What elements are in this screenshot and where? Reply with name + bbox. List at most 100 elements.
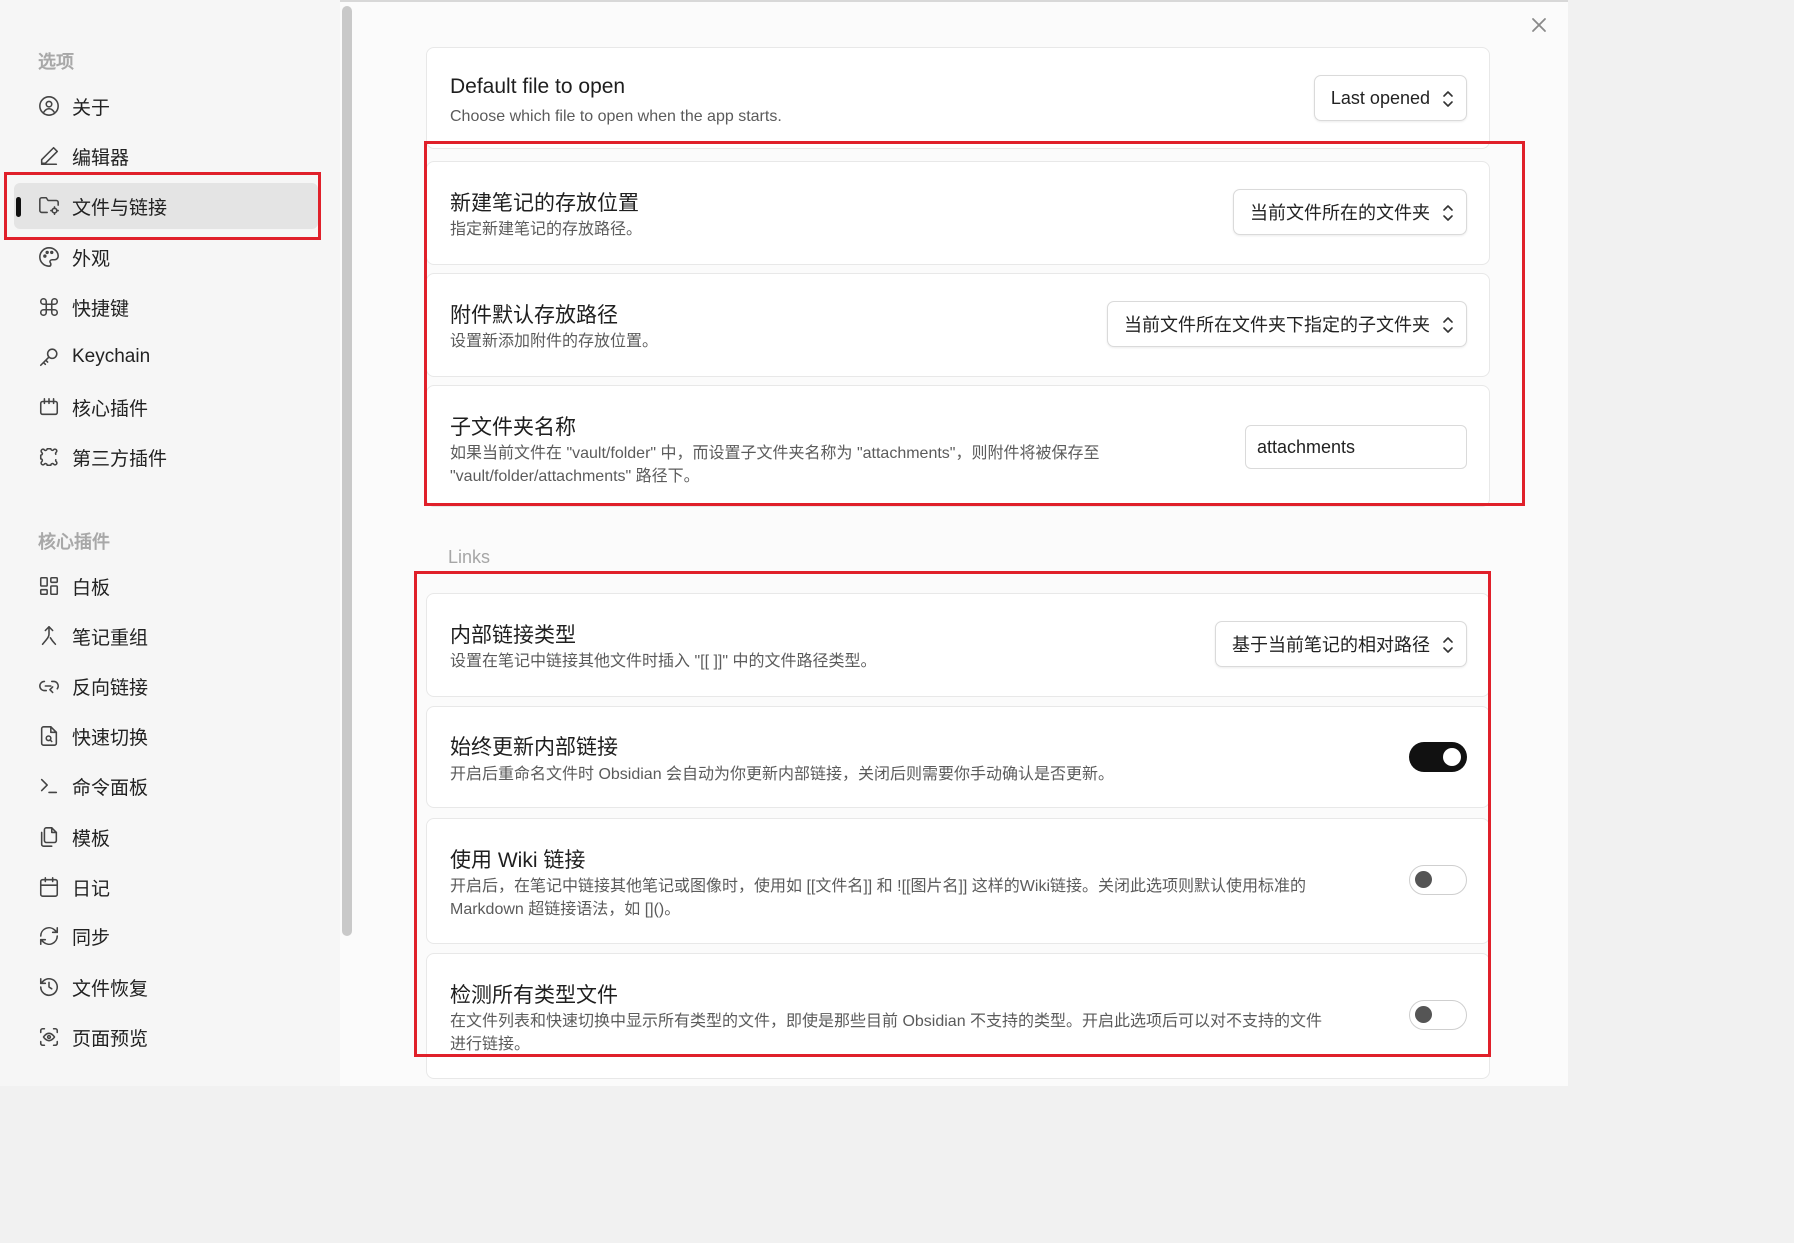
sidebar-item-label: 外观 (72, 248, 111, 270)
select-value: 当前文件所在的文件夹 (1250, 203, 1430, 223)
calendar-icon (37, 875, 61, 899)
sidebar-item-core-plugins[interactable]: 核心插件 (14, 384, 318, 430)
select-value: 基于当前笔记的相对路径 (1232, 635, 1430, 655)
sidebar-item-files-and-links[interactable]: 文件与链接 (14, 183, 318, 229)
setting-description: 设置新添加附件的存放位置。 (450, 333, 659, 350)
attachment-location-select[interactable]: 当前文件所在文件夹下指定的子文件夹 (1107, 301, 1467, 347)
core-plugins-section-heading: 核心插件 (38, 532, 110, 552)
setting-title: 始终更新内部链接 (450, 736, 618, 759)
setting-description-line-2: "vault/folder/attachments" 路径下。 (450, 468, 700, 485)
setting-subfolder-name: 子文件夹名称 如果当前文件在 "vault/folder" 中，而设置子文件夹名… (426, 385, 1490, 507)
sidebar-item-hotkeys[interactable]: 快捷键 (14, 284, 318, 330)
sidebar-item-command-palette[interactable]: 命令面板 (14, 763, 318, 809)
sidebar-item-editor[interactable]: 编辑器 (14, 133, 318, 179)
close-icon (1532, 18, 1546, 32)
sidebar-item-label: 同步 (72, 927, 111, 949)
sidebar-scrollbar[interactable] (342, 6, 352, 936)
default-file-select[interactable]: Last opened (1313, 75, 1467, 121)
sidebar-item-canvas[interactable]: 白板 (14, 563, 318, 609)
setting-description-line-1: 在文件列表和快速切换中显示所有类型的文件，即使是那些目前 Obsidian 不支… (450, 1013, 1323, 1030)
sidebar-item-label: 反向链接 (72, 677, 149, 699)
sidebar-item-file-recovery[interactable]: 文件恢复 (14, 964, 318, 1010)
sidebar-item-community-plugins[interactable]: 第三方插件 (14, 434, 318, 480)
chevron-up-down-icon (1443, 205, 1453, 221)
sidebar-item-templates[interactable]: 模板 (14, 814, 318, 860)
setting-title: 子文件夹名称 (450, 416, 576, 439)
link-format-select[interactable]: 基于当前笔记的相对路径 (1215, 621, 1467, 667)
palette-icon (37, 245, 61, 269)
setting-internal-link-format: 内部链接类型 设置在笔记中链接其他文件时插入 "[[ ]]" 中的文件路径类型。… (426, 593, 1490, 697)
scan-eye-icon (37, 1025, 61, 1049)
setting-attachment-location: 附件默认存放路径 设置新添加附件的存放位置。 当前文件所在文件夹下指定的子文件夹 (426, 273, 1490, 377)
terminal-icon (37, 774, 61, 798)
toggle-knob (1415, 871, 1432, 888)
setting-detect-all-files: 检测所有类型文件 在文件列表和快速切换中显示所有类型的文件，即使是那些目前 Ob… (426, 953, 1490, 1079)
sidebar-item-about[interactable]: 关于 (14, 83, 318, 129)
setting-title: 附件默认存放路径 (450, 304, 618, 327)
settings-content: Default file to open Choose which file t… (360, 0, 1568, 1086)
sidebar-item-label: 核心插件 (72, 398, 149, 420)
sidebar-item-appearance[interactable]: 外观 (14, 234, 318, 280)
merge-arrow-icon (37, 624, 61, 648)
setting-default-file: Default file to open Choose which file t… (426, 47, 1490, 149)
links-section-heading: Links (448, 547, 491, 567)
sidebar-item-label: Keychain (72, 346, 151, 367)
setting-use-wiki-links: 使用 Wiki 链接 开启后，在笔记中链接其他笔记或图像时，使用如 [[文件名]… (426, 818, 1490, 944)
toggle-knob (1443, 748, 1461, 766)
calendar-box-icon (37, 395, 61, 419)
user-circle-icon (37, 94, 61, 118)
setting-title: 新建笔记的存放位置 (450, 192, 639, 215)
setting-new-note-location: 新建笔记的存放位置 指定新建笔记的存放路径。 当前文件所在的文件夹 (426, 161, 1490, 265)
settings-sidebar: 选项 关于 编辑器 文件与链接 外观 快捷键 Keychain 核心插件 第三方… (0, 0, 340, 1086)
setting-title: 使用 Wiki 链接 (450, 849, 586, 872)
toggle-knob (1415, 1006, 1432, 1023)
sidebar-item-backlinks[interactable]: 反向链接 (14, 663, 318, 709)
pencil-icon (37, 144, 61, 168)
command-icon (37, 295, 61, 319)
wiki-links-toggle[interactable] (1409, 865, 1467, 895)
chevron-up-down-icon (1443, 637, 1453, 653)
sidebar-item-daily-notes[interactable]: 日记 (14, 864, 318, 910)
setting-description: Choose which file to open when the app s… (450, 108, 782, 125)
setting-description-line-1: 开启后，在笔记中链接其他笔记或图像时，使用如 [[文件名]] 和 ![[图片名]… (450, 878, 1307, 895)
setting-auto-update-links: 始终更新内部链接 开启后重命名文件时 Obsidian 会自动为你更新内部链接，… (426, 706, 1490, 808)
close-button[interactable] (1528, 14, 1550, 36)
setting-title: Default file to open (450, 75, 626, 98)
detect-all-files-toggle[interactable] (1409, 1000, 1467, 1030)
setting-description-line-1: 如果当前文件在 "vault/folder" 中，而设置子文件夹名称为 "att… (450, 445, 1100, 462)
subfolder-name-input[interactable] (1245, 425, 1467, 469)
folder-cog-icon (37, 194, 61, 218)
active-marker (16, 197, 21, 217)
sidebar-item-label: 文件恢复 (72, 978, 149, 1000)
select-value: 当前文件所在文件夹下指定的子文件夹 (1124, 315, 1430, 335)
sidebar-item-label: 白板 (72, 577, 111, 599)
chevron-up-down-icon (1443, 91, 1453, 107)
setting-description: 开启后重命名文件时 Obsidian 会自动为你更新内部链接，关闭后则需要你手动… (450, 766, 1115, 783)
sidebar-item-label: 笔记重组 (72, 627, 149, 649)
new-note-location-select[interactable]: 当前文件所在的文件夹 (1233, 189, 1467, 235)
sidebar-item-keychain[interactable]: Keychain (14, 334, 318, 380)
sidebar-item-label: 文件与链接 (72, 197, 168, 219)
setting-title: 检测所有类型文件 (450, 984, 618, 1007)
sidebar-item-label: 第三方插件 (72, 448, 168, 470)
sidebar-item-quick-switcher[interactable]: 快速切换 (14, 713, 318, 759)
sidebar-item-label: 日记 (72, 878, 111, 900)
settings-window: 选项 关于 编辑器 文件与链接 外观 快捷键 Keychain 核心插件 第三方… (0, 0, 1568, 1086)
sidebar-item-label: 命令面板 (72, 777, 149, 799)
auto-update-links-toggle[interactable] (1409, 742, 1467, 772)
key-icon (37, 345, 61, 369)
setting-description-line-2: 进行链接。 (450, 1036, 531, 1053)
sidebar-item-label: 页面预览 (72, 1028, 149, 1050)
sidebar-item-label: 关于 (72, 97, 111, 119)
history-icon (37, 975, 61, 999)
sidebar-item-note-composer[interactable]: 笔记重组 (14, 613, 318, 659)
sidebar-item-page-preview[interactable]: 页面预览 (14, 1014, 318, 1060)
sidebar-item-sync[interactable]: 同步 (14, 913, 318, 959)
setting-title: 内部链接类型 (450, 624, 576, 647)
backlink-icon (37, 674, 61, 698)
setting-description-line-2: Markdown 超链接语法，如 []()。 (450, 901, 681, 918)
puzzle-icon (37, 445, 61, 469)
chevron-up-down-icon (1443, 317, 1453, 333)
select-value: Last opened (1330, 87, 1430, 108)
setting-description: 设置在笔记中链接其他文件时插入 "[[ ]]" 中的文件路径类型。 (450, 653, 877, 670)
